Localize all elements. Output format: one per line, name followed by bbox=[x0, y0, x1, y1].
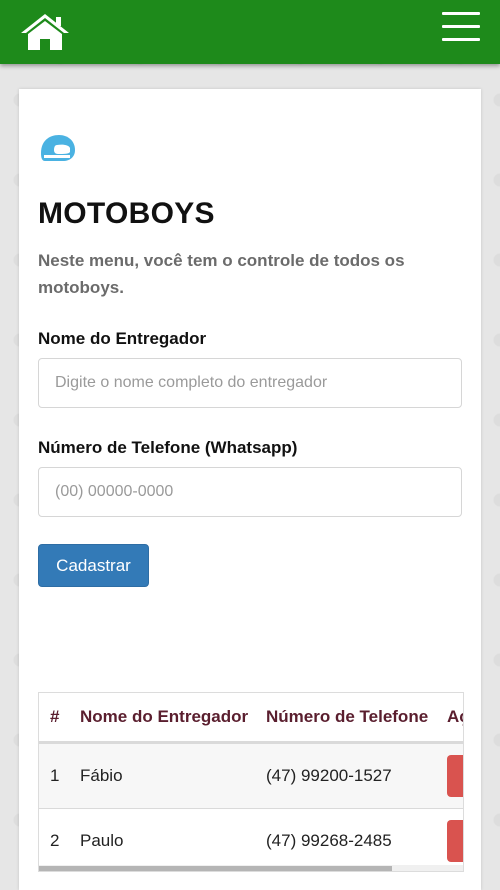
row-id: 1 bbox=[39, 742, 69, 809]
phone-input[interactable] bbox=[38, 467, 462, 517]
hamburger-menu-icon[interactable] bbox=[442, 12, 482, 42]
row-phone: (47) 99268-2485 bbox=[255, 808, 436, 871]
delete-button[interactable] bbox=[447, 755, 463, 797]
row-actions bbox=[436, 808, 463, 871]
column-header-id: # bbox=[39, 693, 69, 744]
table-header-row: # Nome do Entregador Número de Telefone … bbox=[39, 693, 463, 744]
name-field-label: Nome do Entregador bbox=[38, 329, 207, 348]
motoboys-card: MOTOBOYS Neste menu, você tem o controle… bbox=[19, 89, 481, 890]
table-row: 2 Paulo (47) 99268-2485 bbox=[39, 808, 463, 871]
horizontal-scrollbar[interactable] bbox=[39, 865, 463, 871]
name-input[interactable] bbox=[38, 358, 462, 408]
row-phone: (47) 99200-1527 bbox=[255, 742, 436, 809]
motoboys-table-container[interactable]: # Nome do Entregador Número de Telefone … bbox=[38, 692, 464, 872]
motoboys-table: # Nome do Entregador Número de Telefone … bbox=[39, 693, 463, 871]
row-name: Fábio bbox=[69, 742, 255, 809]
phone-field-label: Número de Telefone (Whatsapp) bbox=[38, 438, 298, 457]
row-actions bbox=[436, 742, 463, 809]
scrollbar-thumb[interactable] bbox=[39, 866, 392, 871]
page-subtitle: Neste menu, você tem o controle de todos… bbox=[38, 251, 405, 297]
cadastrar-button[interactable]: Cadastrar bbox=[38, 544, 149, 587]
row-name: Paulo bbox=[69, 808, 255, 871]
delete-button[interactable] bbox=[447, 820, 463, 862]
table-row: 1 Fábio (47) 99200-1527 bbox=[39, 742, 463, 809]
page-title: MOTOBOYS bbox=[38, 197, 215, 230]
top-navbar bbox=[0, 0, 500, 64]
row-id: 2 bbox=[39, 808, 69, 871]
helmet-icon bbox=[41, 135, 75, 161]
column-header-phone: Número de Telefone bbox=[255, 693, 436, 744]
column-header-name: Nome do Entregador bbox=[69, 693, 255, 744]
column-header-actions: Ações bbox=[436, 693, 463, 744]
home-icon[interactable] bbox=[18, 12, 72, 52]
